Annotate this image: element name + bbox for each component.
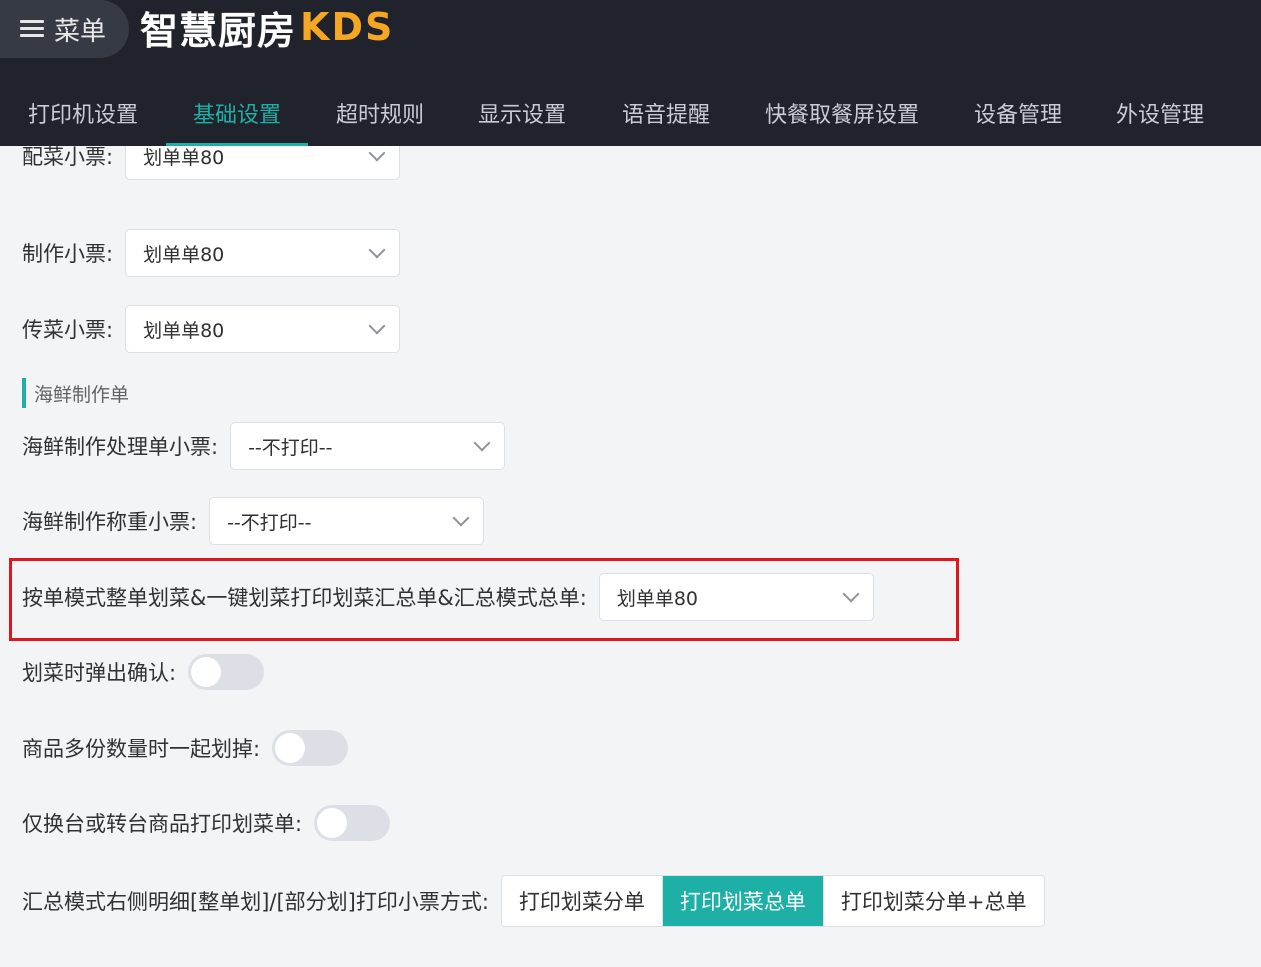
switch-knob bbox=[317, 808, 348, 838]
settings-content: 配菜小票: 划单单80 制作小票: 划单单80 传菜小票: 划单单80 海鲜制作… bbox=[0, 146, 1261, 967]
form-row-zhizuo: 制作小票: 划单单80 bbox=[22, 229, 401, 277]
settings-tabs: 打印机设置 基础设置 超时规则 显示设置 语音提醒 快餐取餐屏设置 设备管理 外… bbox=[0, 80, 1261, 146]
section-title-seafood: 海鲜制作单 bbox=[22, 378, 129, 408]
tab-display-settings[interactable]: 显示设置 bbox=[472, 80, 572, 146]
logo-text-en: KDS bbox=[300, 5, 395, 49]
tab-device-management[interactable]: 设备管理 bbox=[968, 80, 1068, 146]
chevron-down-icon bbox=[473, 434, 491, 452]
seafood-weigh-select[interactable]: --不打印-- bbox=[209, 497, 485, 545]
seafood-process-select[interactable]: --不打印-- bbox=[230, 422, 506, 470]
form-row-peicai: 配菜小票: 划单单80 bbox=[22, 146, 401, 180]
menu-label: 菜单 bbox=[54, 16, 107, 47]
chevron-down-icon bbox=[368, 241, 386, 259]
chuancai-label: 传菜小票: bbox=[22, 318, 114, 342]
hamburger-icon bbox=[20, 20, 44, 38]
menu-button[interactable]: 菜单 bbox=[0, 0, 129, 58]
logo-text-cn: 智慧厨房 bbox=[140, 8, 297, 53]
table-change-print-label: 仅换台或转台商品打印划菜单: bbox=[22, 812, 303, 836]
peicai-select[interactable]: 划单单80 bbox=[125, 146, 401, 180]
chevron-down-icon bbox=[368, 146, 386, 162]
tab-basic-settings[interactable]: 基础设置 bbox=[166, 80, 308, 146]
print-mode-option-split[interactable]: 打印划菜分单 bbox=[502, 876, 663, 926]
tab-printer-settings[interactable]: 打印机设置 bbox=[22, 80, 144, 146]
form-row-summary-ticket: 按单模式整单划菜&一键划菜打印划菜汇总单&汇总模式总单: 划单单80 bbox=[22, 573, 874, 621]
switch-knob bbox=[275, 733, 306, 763]
tab-peripheral-management[interactable]: 外设管理 bbox=[1110, 80, 1210, 146]
form-row-table-change-print: 仅换台或转台商品打印划菜单: bbox=[22, 805, 391, 841]
app-logo: 智慧厨房 KDS bbox=[140, 2, 395, 53]
seafood-process-label: 海鲜制作处理单小票: bbox=[22, 435, 219, 459]
zhizuo-select[interactable]: 划单单80 bbox=[125, 229, 401, 277]
multi-qty-label: 商品多份数量时一起划掉: bbox=[22, 737, 261, 761]
top-header: 菜单 智慧厨房 KDS 打印机设置 基础设置 超时规则 显示设置 语音提醒 快餐… bbox=[0, 0, 1261, 146]
form-row-print-mode: 汇总模式右侧明细[整单划]/[部分划]打印小票方式: 打印划菜分单 打印划菜总单… bbox=[22, 875, 1045, 927]
zhizuo-label: 制作小票: bbox=[22, 242, 114, 266]
peicai-label: 配菜小票: bbox=[22, 146, 114, 169]
table-change-print-switch[interactable] bbox=[314, 805, 391, 841]
form-row-multi-qty: 商品多份数量时一起划掉: bbox=[22, 730, 349, 766]
form-row-seafood-weigh: 海鲜制作称重小票: --不打印-- bbox=[22, 497, 485, 545]
summary-ticket-select[interactable]: 划单单80 bbox=[598, 573, 874, 621]
summary-ticket-label: 按单模式整单划菜&一键划菜打印划菜汇总单&汇总模式总单: bbox=[22, 586, 587, 610]
form-row-chuancai: 传菜小票: 划单单80 bbox=[22, 305, 401, 353]
tab-timeout-rules[interactable]: 超时规则 bbox=[330, 80, 430, 146]
seafood-weigh-label: 海鲜制作称重小票: bbox=[22, 510, 198, 534]
chuancai-value: 划单单80 bbox=[143, 319, 225, 342]
summary-ticket-value: 划单单80 bbox=[616, 587, 699, 610]
seafood-process-value: --不打印-- bbox=[248, 436, 333, 459]
multi-qty-switch[interactable] bbox=[272, 730, 349, 766]
confirm-popup-label: 划菜时弹出确认: bbox=[22, 661, 177, 685]
tab-voice-reminder[interactable]: 语音提醒 bbox=[616, 80, 716, 146]
tab-pickup-screen-settings[interactable]: 快餐取餐屏设置 bbox=[760, 80, 924, 146]
form-row-confirm-popup: 划菜时弹出确认: bbox=[22, 654, 265, 690]
zhizuo-value: 划单单80 bbox=[143, 243, 225, 266]
print-mode-segmented-control: 打印划菜分单 打印划菜总单 打印划菜分单+总单 bbox=[500, 875, 1045, 927]
switch-knob bbox=[191, 657, 222, 687]
seafood-weigh-value: --不打印-- bbox=[227, 511, 312, 534]
chevron-down-icon bbox=[368, 317, 386, 335]
form-row-seafood-process: 海鲜制作处理单小票: --不打印-- bbox=[22, 422, 506, 470]
print-mode-label: 汇总模式右侧明细[整单划]/[部分划]打印小票方式: bbox=[22, 890, 489, 914]
chevron-down-icon bbox=[842, 585, 860, 603]
print-mode-option-split-and-total[interactable]: 打印划菜分单+总单 bbox=[824, 876, 1044, 926]
confirm-popup-switch[interactable] bbox=[188, 654, 265, 690]
peicai-value: 划单单80 bbox=[143, 146, 225, 169]
chevron-down-icon bbox=[452, 509, 470, 527]
chuancai-select[interactable]: 划单单80 bbox=[125, 305, 401, 353]
print-mode-option-total[interactable]: 打印划菜总单 bbox=[662, 876, 824, 926]
